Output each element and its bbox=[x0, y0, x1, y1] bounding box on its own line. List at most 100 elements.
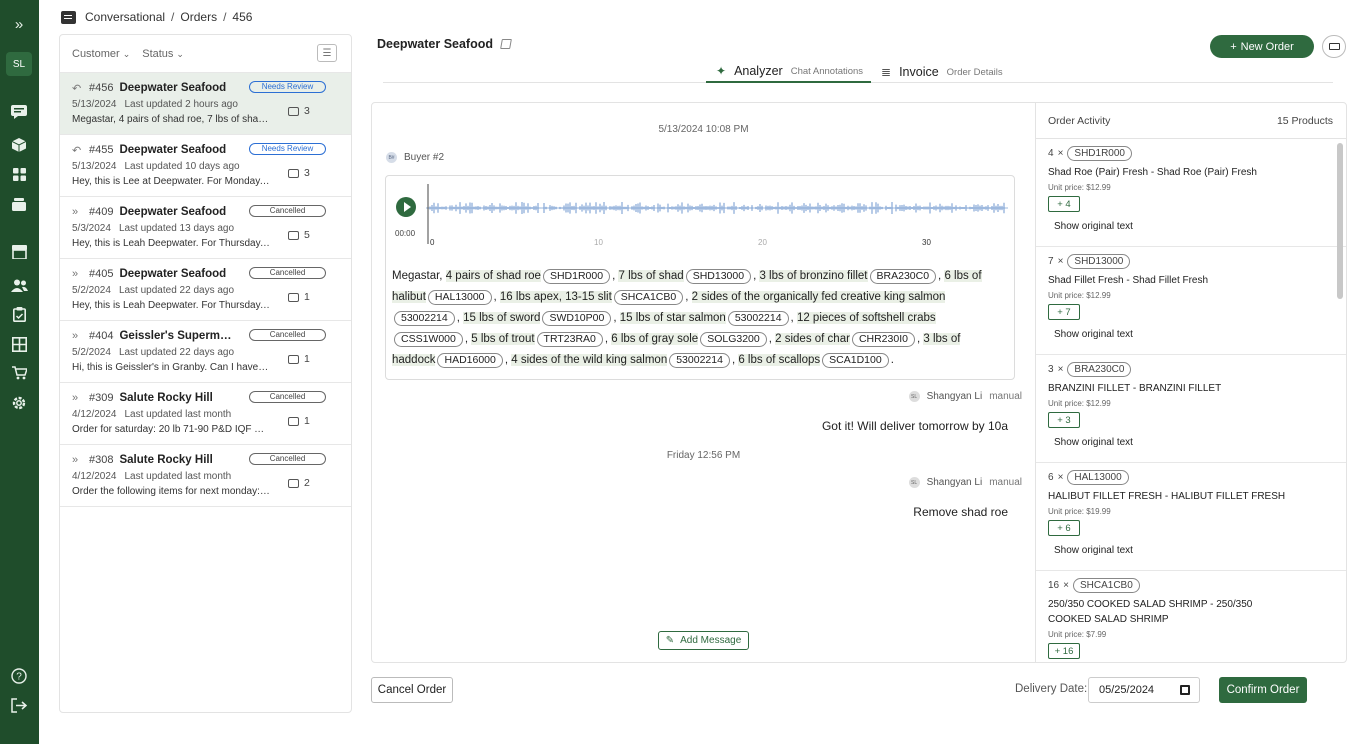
tab-invoice[interactable]: ≣ Invoice Order Details bbox=[881, 61, 1003, 83]
show-original-text-link[interactable]: Show original text bbox=[1054, 329, 1334, 340]
order-preview: Hey, this is Leah Deepwater. For Thursda… bbox=[72, 300, 270, 311]
order-number: #409 bbox=[89, 206, 114, 218]
order-row[interactable]: » #404 Geissler's Supermarket Inc Cancelled… bbox=[60, 321, 351, 383]
order-row[interactable]: » #409 Deepwater Seafood Cancelled 5/3/2024 L… bbox=[60, 197, 351, 259]
play-icon[interactable] bbox=[396, 197, 416, 217]
highlighted-item: 2 sides of char bbox=[775, 333, 850, 345]
breadcrumb-root[interactable]: Conversational bbox=[85, 10, 165, 24]
sku-tag[interactable]: HAD16000 bbox=[437, 353, 503, 368]
quantity-change[interactable]: + 4 bbox=[1048, 196, 1080, 212]
sku-tag[interactable]: SOLG3200 bbox=[700, 332, 767, 347]
order-date: 5/2/2024 bbox=[72, 347, 111, 358]
add-message-button[interactable]: ✎ Add Message bbox=[658, 631, 749, 650]
reply-icon: ↶ bbox=[72, 82, 82, 95]
help-icon[interactable]: ? bbox=[9, 666, 29, 686]
sku-tag[interactable]: HAL13000 bbox=[1067, 470, 1129, 485]
item-quantity-line: 7 × SHD13000 bbox=[1048, 254, 1334, 269]
comment-icon bbox=[288, 354, 299, 364]
stack-icon[interactable] bbox=[9, 194, 29, 214]
comment-icon bbox=[288, 478, 299, 488]
keyboard-shortcuts-button[interactable] bbox=[1322, 35, 1346, 58]
order-row[interactable]: » #308 Salute Rocky Hill Cancelled 4/12/2024… bbox=[60, 445, 351, 507]
customer-filter-label: Customer bbox=[72, 47, 120, 60]
item-quantity: 16 bbox=[1048, 580, 1060, 591]
cancel-order-button[interactable]: Cancel Order bbox=[371, 677, 453, 703]
status-filter[interactable]: Status ⌄ bbox=[142, 48, 184, 60]
message-count: 1 bbox=[288, 291, 310, 303]
content-panel: 5/13/2024 10:08 PM B# Buyer #2 00:00 0 10… bbox=[371, 102, 1347, 663]
sku-tag[interactable]: SHD1R000 bbox=[1067, 146, 1132, 161]
transcript-text: . bbox=[890, 354, 894, 366]
edit-icon[interactable] bbox=[500, 39, 512, 49]
highlighted-item: 12 pieces of softshell crabs bbox=[796, 312, 936, 324]
sku-tag[interactable]: SHCA1CB0 bbox=[1072, 578, 1140, 593]
box-icon[interactable] bbox=[9, 135, 29, 155]
confirm-order-button[interactable]: Confirm Order bbox=[1219, 677, 1307, 703]
quantity-change[interactable]: + 7 bbox=[1048, 304, 1080, 320]
show-original-text-link[interactable]: Show original text bbox=[1054, 221, 1334, 232]
audio-timeline: 0 10 20 30 bbox=[426, 238, 1008, 252]
sku-tag[interactable]: SHD1R000 bbox=[542, 269, 611, 284]
forward-icon: » bbox=[72, 330, 79, 342]
message-count-value: 2 bbox=[304, 477, 310, 489]
item-quantity-line: 6 × HAL13000 bbox=[1048, 470, 1334, 485]
clipboard-icon[interactable] bbox=[9, 304, 29, 324]
quantity-change[interactable]: + 3 bbox=[1048, 412, 1080, 428]
users-icon[interactable] bbox=[9, 275, 29, 295]
sku-tag[interactable]: CSS1W000 bbox=[394, 332, 463, 347]
sku-tag[interactable]: TRT23RA0 bbox=[536, 332, 603, 347]
order-row[interactable]: ↶ #456 Deepwater Seafood Needs Review 5/13/2… bbox=[60, 73, 351, 135]
sku-tag[interactable]: 53002214 bbox=[669, 353, 730, 368]
sku-tag[interactable]: 53002214 bbox=[394, 311, 455, 326]
quantity-change[interactable]: + 16 bbox=[1048, 643, 1080, 659]
status-badge: Cancelled bbox=[249, 329, 326, 341]
message-count: 1 bbox=[288, 353, 310, 365]
show-original-text-link[interactable]: Show original text bbox=[1054, 437, 1334, 448]
expand-icon[interactable]: » bbox=[9, 14, 29, 34]
sku-tag[interactable]: SCA1D100 bbox=[822, 353, 889, 368]
scrollbar[interactable] bbox=[1337, 143, 1343, 299]
sku-tag[interactable]: CHR230I0 bbox=[851, 332, 915, 347]
tab-sublabel: Chat Annotations bbox=[790, 65, 864, 77]
sender-name: Shangyan Li bbox=[926, 477, 983, 488]
sku-tag[interactable]: SHD13000 bbox=[1067, 254, 1131, 269]
sku-tag[interactable]: SHCA1CB0 bbox=[613, 290, 684, 305]
apps-icon[interactable] bbox=[9, 164, 29, 184]
order-number: #456 bbox=[89, 82, 114, 94]
nav-rail: » SL ? bbox=[0, 0, 39, 744]
status-badge: Cancelled bbox=[249, 453, 326, 465]
cart-icon[interactable] bbox=[9, 363, 29, 383]
logout-icon[interactable] bbox=[9, 695, 29, 715]
order-number: #404 bbox=[89, 330, 114, 342]
order-row[interactable]: » #405 Deepwater Seafood Cancelled 5/2/2024 L… bbox=[60, 259, 351, 321]
customer-filter[interactable]: Customer ⌄ bbox=[72, 48, 130, 60]
list-filters: Customer ⌄ Status ⌄ ☰ bbox=[60, 35, 351, 73]
collapse-list-icon[interactable]: ☰ bbox=[317, 44, 337, 62]
order-row[interactable]: ↶ #455 Deepwater Seafood Needs Review 5/13/2… bbox=[60, 135, 351, 197]
show-original-text-link[interactable]: Show original text bbox=[1054, 545, 1334, 556]
sku-tag[interactable]: HAL13000 bbox=[427, 290, 492, 305]
delivery-date-input[interactable]: 05/25/2024 bbox=[1088, 677, 1200, 703]
order-row[interactable]: » #309 Salute Rocky Hill Cancelled 4/12/2024… bbox=[60, 383, 351, 445]
comment-icon bbox=[288, 106, 299, 116]
activity-item: 3 × BRA230C0 BRANZINI FILLET - BRANZINI FIL… bbox=[1036, 355, 1346, 463]
new-order-button[interactable]: + New Order bbox=[1210, 35, 1314, 58]
calendar-icon[interactable] bbox=[1180, 685, 1190, 695]
quantity-change[interactable]: + 6 bbox=[1048, 520, 1080, 536]
waveform[interactable] bbox=[426, 184, 1008, 244]
sku-tag[interactable]: SHD13000 bbox=[685, 269, 752, 284]
store-icon[interactable] bbox=[9, 242, 29, 262]
sku-tag[interactable]: BRA230C0 bbox=[1067, 362, 1132, 377]
order-customer: Deepwater Seafood bbox=[119, 206, 227, 218]
sku-tag[interactable]: 53002214 bbox=[727, 311, 789, 326]
avatar[interactable]: SL bbox=[6, 52, 32, 76]
sender-avatar: SL bbox=[908, 477, 920, 488]
sku-tag[interactable]: BRA230C0 bbox=[869, 269, 937, 284]
order-updated: Last updated last month bbox=[124, 471, 232, 482]
chat-icon[interactable] bbox=[9, 102, 29, 122]
sku-tag[interactable]: SWD10P00 bbox=[542, 311, 612, 326]
breadcrumb-orders[interactable]: Orders bbox=[180, 10, 217, 24]
settings-icon[interactable] bbox=[9, 393, 29, 413]
tab-analyzer[interactable]: ✦ Analyzer Chat Annotations bbox=[706, 61, 871, 83]
grid-icon[interactable] bbox=[9, 334, 29, 354]
